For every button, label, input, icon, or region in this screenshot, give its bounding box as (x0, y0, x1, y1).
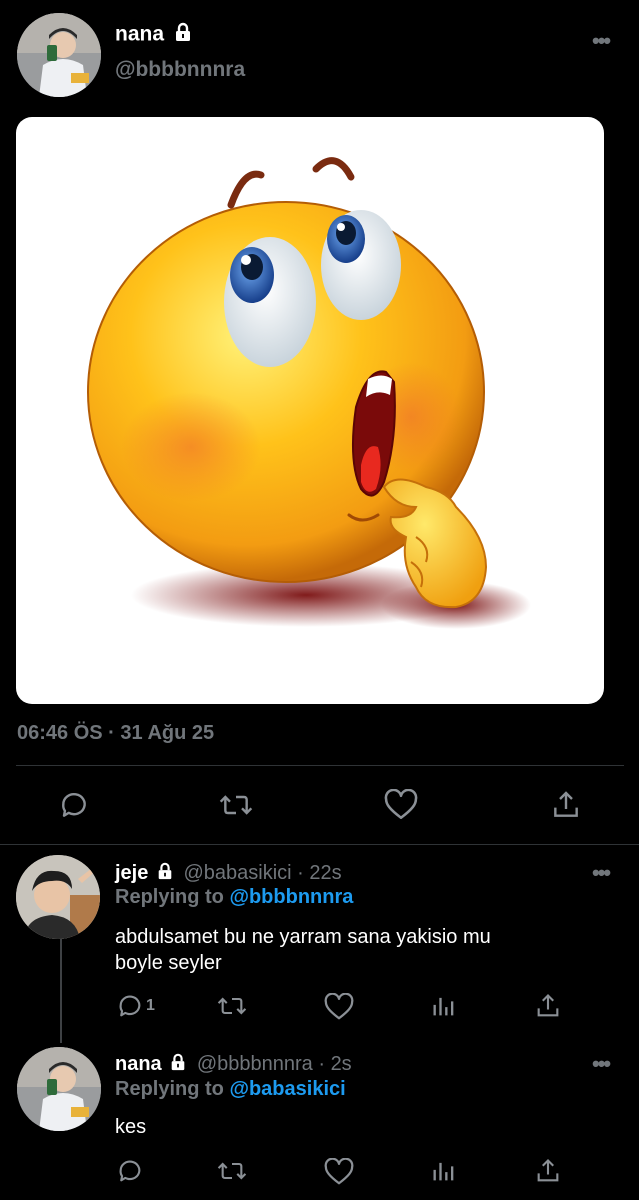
share-icon (537, 1159, 559, 1182)
avatar[interactable] (17, 1047, 101, 1131)
reply-count: 1 (146, 997, 155, 1014)
user-handle[interactable]: @bbbbnnnra (197, 1053, 313, 1075)
replying-label: Replying to (115, 886, 224, 908)
reply-time[interactable]: 2s (331, 1053, 352, 1075)
share-button[interactable] (550, 788, 582, 822)
separator-dot: · (318, 1053, 325, 1075)
like-icon (324, 1158, 354, 1185)
reply-icon (119, 1160, 141, 1182)
lock-icon (156, 862, 174, 886)
analytics-button[interactable] (430, 1157, 458, 1185)
like-button[interactable] (384, 789, 418, 821)
lock-icon (173, 22, 193, 48)
replying-label: Replying to (115, 1078, 224, 1100)
separator-dot: · (297, 862, 304, 884)
reply-icon (62, 793, 86, 817)
avatar[interactable] (16, 855, 100, 939)
mention-link[interactable]: @babasikici (229, 1078, 345, 1100)
retweet-icon (219, 795, 253, 815)
mention-link[interactable]: @bbbbnnnra (229, 886, 353, 908)
retweet-icon (217, 997, 247, 1015)
reply-time[interactable]: 22s (309, 862, 341, 884)
reply-button[interactable] (58, 789, 90, 821)
reply-text: kes (115, 1114, 146, 1140)
lock-icon (169, 1053, 187, 1077)
like-button[interactable] (324, 1158, 354, 1186)
more-options-icon[interactable]: ••• (592, 30, 611, 52)
reply-icon (119, 995, 141, 1017)
reply-button[interactable]: 1 (116, 992, 155, 1020)
share-button[interactable] (534, 1156, 562, 1186)
analytics-button[interactable] (430, 992, 458, 1020)
avatar[interactable] (17, 13, 101, 97)
more-options-icon[interactable]: ••• (592, 862, 611, 884)
thinking-emoji-image (87, 157, 531, 629)
retweet-icon (217, 1162, 247, 1180)
retweet-button[interactable] (216, 1157, 248, 1185)
user-handle[interactable]: @bbbbnnnra (115, 58, 245, 82)
user-name[interactable]: nana (115, 23, 164, 46)
user-name[interactable]: jeje (115, 862, 148, 884)
reply-text-line: boyle seyler (115, 952, 222, 974)
share-icon (537, 994, 559, 1017)
like-icon (324, 993, 354, 1020)
user-handle[interactable]: @babasikici (183, 862, 291, 884)
more-options-icon[interactable]: ••• (592, 1053, 611, 1075)
share-icon (554, 791, 578, 817)
analytics-icon (433, 1162, 454, 1181)
tweet-image[interactable] (16, 117, 604, 704)
reply-text-line: abdulsamet bu ne yarram sana yakisio mu (115, 926, 491, 948)
share-button[interactable] (534, 991, 562, 1021)
reply-text-line: kes (115, 1116, 147, 1138)
tweet-timestamp[interactable]: 06:46 ÖS · 31 Ağu 25 (17, 722, 214, 745)
like-button[interactable] (324, 993, 354, 1021)
retweet-button[interactable] (218, 789, 254, 821)
user-name[interactable]: nana (115, 1053, 162, 1075)
like-icon (384, 789, 418, 820)
retweet-button[interactable] (216, 992, 248, 1020)
analytics-icon (433, 997, 454, 1016)
reply-text: abdulsamet bu ne yarram sana yakisio mu … (115, 924, 491, 976)
reply-button[interactable] (116, 1157, 144, 1185)
